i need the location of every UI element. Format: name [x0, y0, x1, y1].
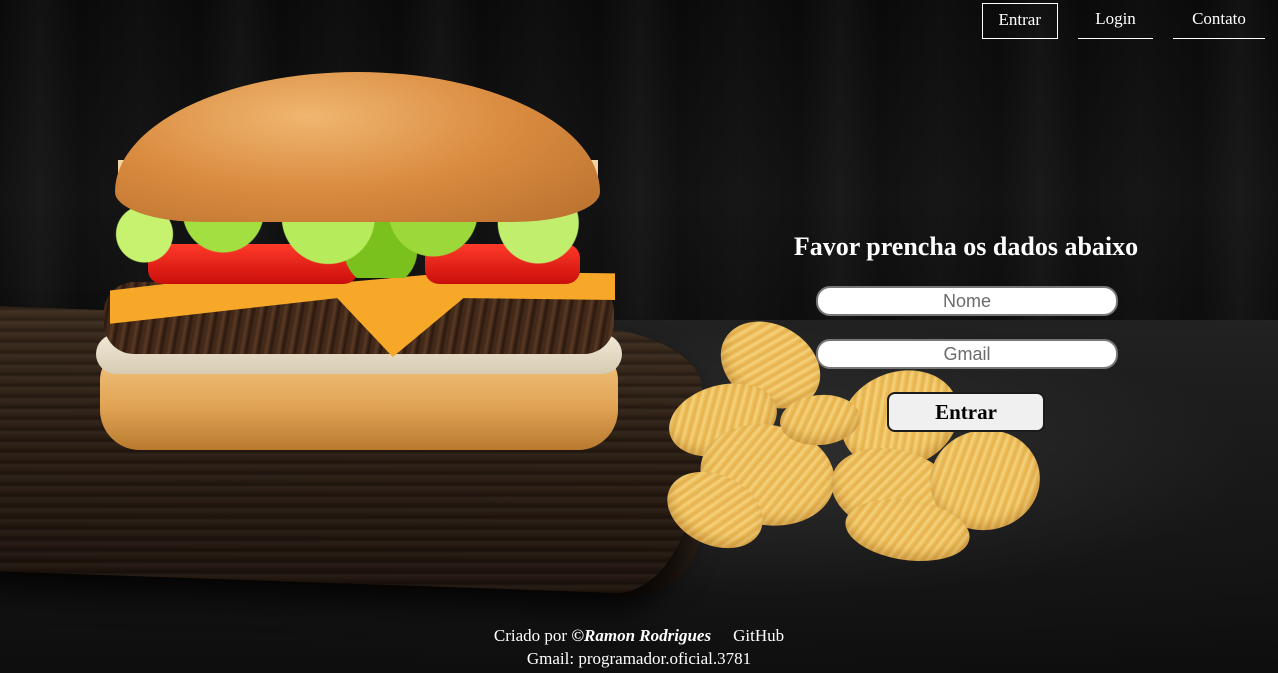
nav-contato[interactable]: Contato: [1173, 3, 1265, 39]
created-by-text: Criado por: [493, 626, 572, 645]
entrar-button[interactable]: Entrar: [887, 392, 1045, 432]
footer-gmail: Gmail: programador.oficial.3781: [526, 649, 752, 668]
form-title: Favor prencha os dados abaixo: [793, 232, 1139, 261]
gmail-input[interactable]: [816, 339, 1118, 369]
author-name: ©Ramon Rodrigues: [571, 626, 712, 645]
footer-credits: Criado por ©Ramon Rodrigues GitHub: [0, 626, 1278, 646]
top-nav: Entrar Login Contato: [981, 3, 1265, 39]
background-photo: [0, 0, 1278, 673]
nome-input[interactable]: [816, 286, 1118, 316]
nav-entrar[interactable]: Entrar: [981, 3, 1058, 39]
nav-login[interactable]: Login: [1078, 3, 1153, 39]
github-link[interactable]: GitHub: [733, 626, 784, 645]
